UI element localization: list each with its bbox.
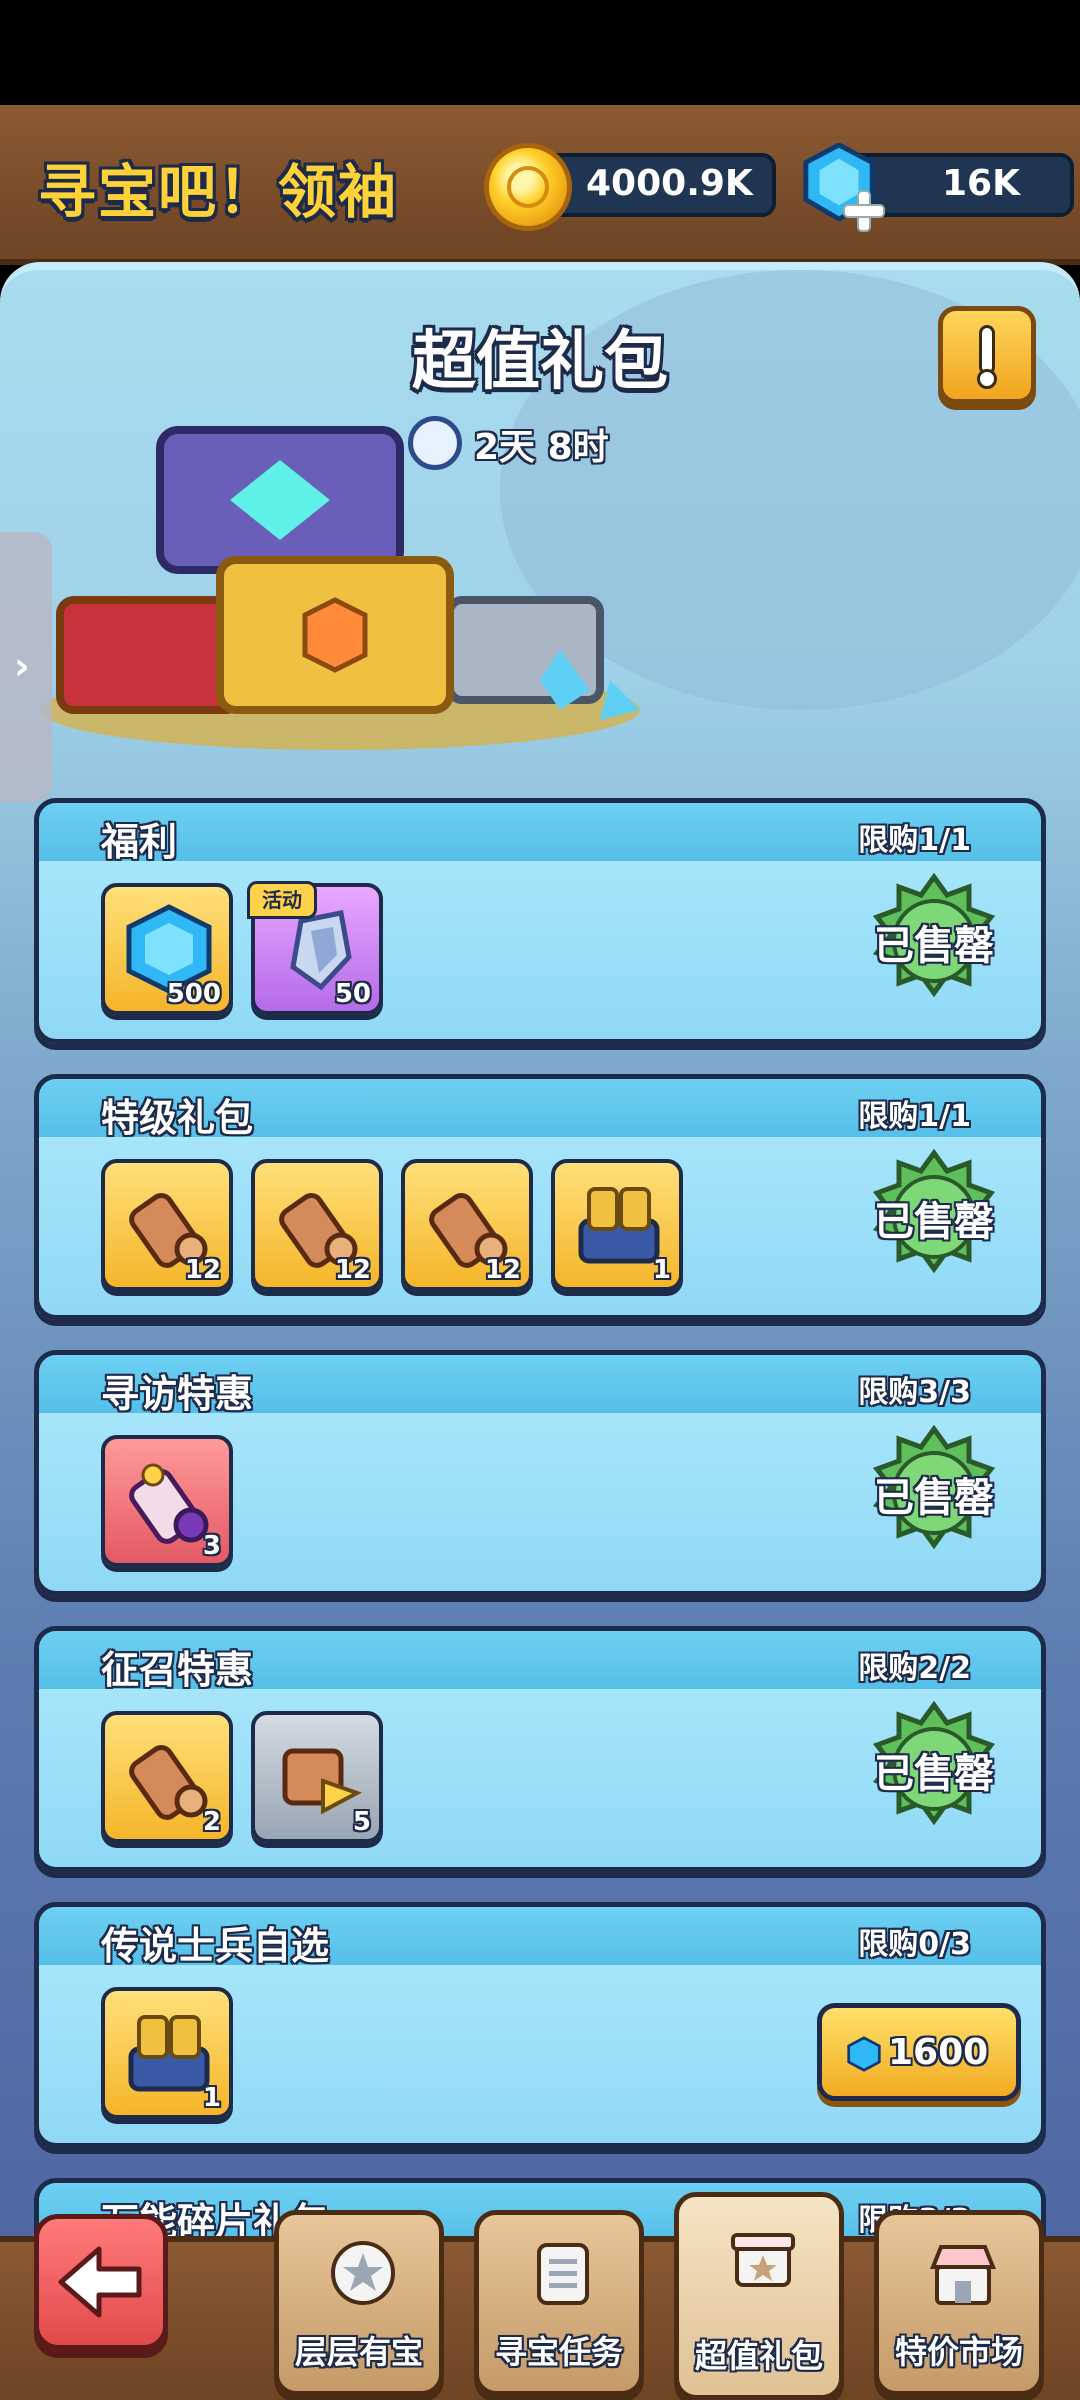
sold-out-badge: 已售罄 (869, 1148, 999, 1289)
reward-item[interactable]: 活动 50 (247, 881, 383, 1015)
item-quantity: 5 (352, 1807, 371, 1837)
hero-banner: 超值礼包 2天 8时 (0, 270, 1080, 810)
tab-value-packs[interactable]: 超值礼包 (674, 2192, 844, 2400)
purchase-limit: 限购0/3 (858, 1927, 971, 1962)
reward-item[interactable]: 1 (551, 1159, 683, 1291)
back-button[interactable] (34, 2214, 168, 2350)
arrow-left-icon (58, 2246, 142, 2318)
shop-icon (930, 2245, 996, 2305)
sold-out-badge: 已售罄 (869, 1700, 999, 1841)
tab-layer-treasure[interactable]: 层层有宝 (274, 2210, 444, 2396)
item-quantity: 3 (202, 1531, 221, 1561)
status-bar (0, 0, 1080, 105)
reward-item[interactable]: 500 (101, 883, 233, 1015)
item-quantity: 12 (334, 1255, 371, 1285)
pack-name: 传说士兵自选 (101, 1924, 330, 1968)
add-gems-icon[interactable] (840, 187, 888, 235)
reward-item[interactable]: 12 (101, 1159, 233, 1291)
game-title: 寻宝吧！领袖 (38, 158, 399, 226)
item-quantity: 50 (334, 979, 371, 1009)
countdown-timer: 2天 8时 (474, 427, 609, 468)
pack-card-visit: 寻访特惠 限购3/3 3 已售罄 (34, 1350, 1046, 1596)
item-quantity: 2 (202, 1807, 221, 1837)
info-button[interactable] (938, 306, 1036, 404)
panel-title: 超值礼包 (412, 325, 668, 399)
sold-out-badge: 已售罄 (869, 872, 999, 1013)
reward-item[interactable]: 12 (401, 1159, 533, 1291)
reward-item[interactable]: 3 (101, 1435, 233, 1567)
pack-card-recruit: 征召特惠 限购2/2 2 5 已售罄 (34, 1626, 1046, 1872)
tab-discount-market[interactable]: 特价市场 (874, 2210, 1044, 2396)
price-label: 1600 (888, 2032, 989, 2073)
sold-out-badge: 已售罄 (869, 1424, 999, 1565)
item-quantity: 1 (652, 1255, 671, 1285)
purchase-limit: 限购1/1 (858, 823, 971, 858)
reward-item[interactable]: 1 (101, 1987, 233, 2119)
gem-value: 16K (942, 163, 1020, 204)
top-bar: 寻宝吧！领袖 4000.9K 16K (0, 105, 1080, 265)
item-quantity: 12 (184, 1255, 221, 1285)
event-tag: 活动 (247, 881, 317, 919)
coin-icon (484, 143, 572, 231)
gem-icon (847, 2036, 881, 2072)
purchase-limit: 限购1/1 (858, 1099, 971, 1134)
star-medal-icon (331, 2241, 395, 2305)
pack-name: 福利 (101, 820, 178, 864)
reward-item[interactable]: 2 (101, 1711, 233, 1843)
pack-name: 特级礼包 (101, 1096, 254, 1140)
coin-value: 4000.9K (586, 163, 753, 204)
pack-name: 征召特惠 (101, 1648, 254, 1692)
item-quantity: 1 (202, 2083, 221, 2113)
pack-card-legend-soldier: 传说士兵自选 限购0/3 1 1600 (34, 1902, 1046, 2148)
reward-item[interactable]: 12 (251, 1159, 383, 1291)
reward-item[interactable]: 5 (251, 1711, 383, 1843)
clipboard-icon (537, 2243, 589, 2305)
purchase-limit: 限购3/3 (858, 1375, 971, 1410)
chevron-right-icon: › (14, 644, 30, 688)
pack-name: 寻访特惠 (101, 1372, 254, 1416)
item-quantity: 500 (166, 979, 221, 1009)
item-quantity: 12 (484, 1255, 521, 1285)
tab-treasure-tasks[interactable]: 寻宝任务 (474, 2210, 644, 2396)
buy-button[interactable]: 1600 (817, 2003, 1021, 2101)
gift-box-icon (731, 2233, 795, 2287)
pack-card-premium: 特级礼包 限购1/1 12 12 12 1 已售罄 (34, 1074, 1046, 1320)
pack-card-welfare: 福利 限购1/1 500 活动 50 已售罄 (34, 798, 1046, 1044)
purchase-limit: 限购2/2 (858, 1651, 971, 1686)
clock-icon (408, 416, 462, 470)
